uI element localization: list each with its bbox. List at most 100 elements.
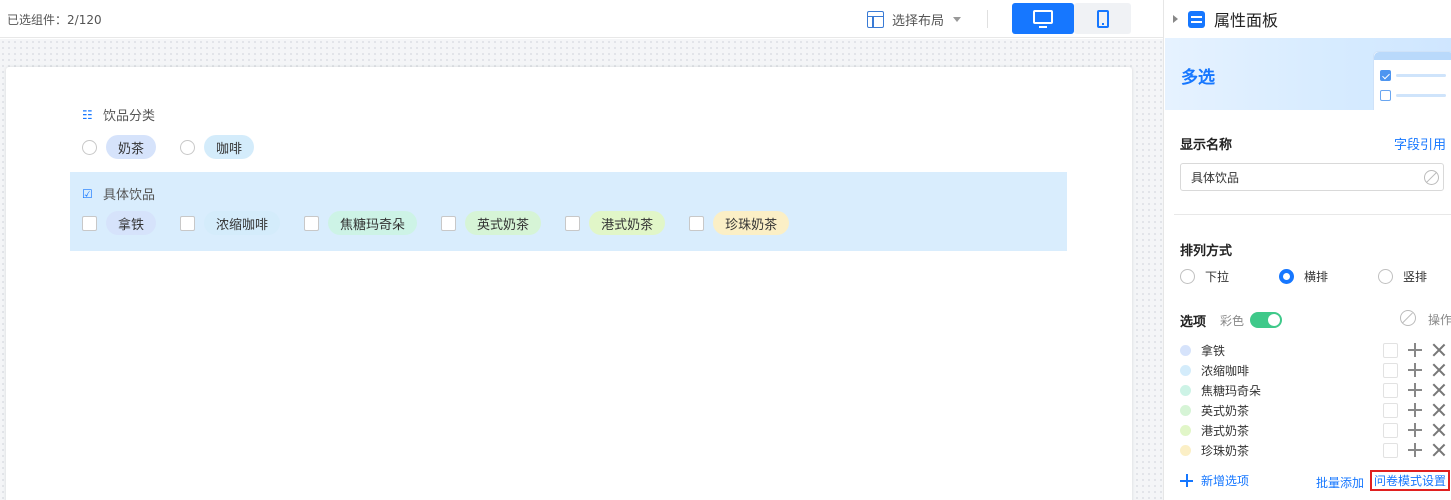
checkbox[interactable] — [304, 215, 320, 231]
checkbox-illustration — [1373, 51, 1451, 110]
divider — [1174, 214, 1451, 215]
checkbox[interactable] — [565, 215, 581, 231]
checked-box-icon — [1380, 70, 1391, 81]
color-dot[interactable] — [1180, 444, 1191, 456]
option-row: 港式奶茶 — [1180, 420, 1451, 440]
selected-count-value: 2/120 — [67, 13, 102, 27]
illustration-line — [1396, 74, 1446, 77]
desktop-view-button[interactable] — [1012, 3, 1074, 34]
radio-button[interactable] — [82, 139, 97, 155]
unchecked-box-icon — [1380, 90, 1391, 101]
option-item[interactable]: 咖啡 — [180, 135, 255, 159]
illustration-row — [1380, 70, 1446, 81]
component-banner: 多选 — [1165, 38, 1451, 110]
move-icon[interactable] — [1408, 343, 1422, 357]
option-name[interactable]: 港式奶茶 — [1201, 422, 1249, 439]
property-panel: 属性面板 多选 显示名称 字段引用 具体饮品 排列方式 下拉 横排 竖排 选项 彩色… — [1163, 0, 1451, 500]
radio-button[interactable] — [1180, 269, 1195, 284]
component-type-title: 多选 — [1181, 68, 1215, 88]
top-toolbar: 已选组件：2/120 选择布局 — [0, 0, 1163, 38]
form-field-specific-drink[interactable]: ☑ 具体饮品 拿铁 浓缩咖啡 焦糖玛奇朵 英式奶茶 港式奶茶 珍珠奶茶 — [70, 172, 1067, 251]
close-icon[interactable] — [1432, 343, 1446, 357]
selected-count-label: 已选组件： — [7, 13, 68, 27]
list-checkbox-icon: ☑ — [82, 186, 93, 201]
move-icon[interactable] — [1408, 403, 1422, 417]
option-item[interactable]: 英式奶茶 — [441, 211, 542, 235]
checkbox[interactable] — [82, 215, 97, 231]
close-icon[interactable] — [1432, 363, 1446, 377]
monitor-icon — [1033, 9, 1053, 28]
radio-button[interactable] — [180, 139, 196, 155]
option-chip: 浓缩咖啡 — [204, 211, 281, 235]
display-name-input[interactable]: 具体饮品 — [1180, 163, 1444, 191]
form-field-drink-category[interactable]: ☷ 饮品分类 奶茶 咖啡 — [70, 95, 1067, 165]
default-checkbox[interactable] — [1383, 383, 1398, 398]
color-dot[interactable] — [1180, 404, 1191, 416]
option-name[interactable]: 拿铁 — [1201, 342, 1225, 359]
option-chip: 英式奶茶 — [465, 211, 542, 235]
mobile-view-button[interactable] — [1074, 3, 1131, 34]
option-name[interactable]: 浓缩咖啡 — [1201, 362, 1249, 379]
color-dot[interactable] — [1180, 384, 1191, 396]
option-chip: 焦糖玛奇朵 — [328, 211, 418, 235]
plus-icon — [1180, 474, 1193, 487]
display-name-label: 显示名称 — [1180, 138, 1233, 153]
color-dot[interactable] — [1180, 344, 1191, 356]
illustration-bar — [1374, 52, 1451, 60]
default-checkbox[interactable] — [1383, 443, 1398, 458]
move-icon[interactable] — [1408, 443, 1422, 457]
checkbox[interactable] — [180, 215, 196, 231]
color-dot[interactable] — [1180, 364, 1191, 376]
selected-components-count: 已选组件：2/120 — [7, 11, 102, 28]
color-dot[interactable] — [1180, 424, 1191, 436]
radio-button[interactable] — [1378, 269, 1394, 284]
color-toggle[interactable] — [1250, 312, 1283, 328]
arrangement-option-label: 竖排 — [1403, 270, 1428, 284]
option-item[interactable]: 焦糖玛奇朵 — [304, 211, 418, 235]
option-name[interactable]: 英式奶茶 — [1201, 402, 1249, 419]
option-item[interactable]: 奶茶 — [82, 135, 157, 159]
arrangement-option-label: 下拉 — [1205, 270, 1230, 284]
close-icon[interactable] — [1432, 403, 1446, 417]
options-list: 拿铁浓缩咖啡焦糖玛奇朵英式奶茶港式奶茶珍珠奶茶 — [1180, 340, 1451, 460]
panel-title: 属性面板 — [1214, 11, 1279, 30]
checkbox[interactable] — [689, 215, 705, 231]
option-item[interactable]: 浓缩咖啡 — [180, 211, 281, 235]
close-icon[interactable] — [1432, 383, 1446, 397]
option-row: 浓缩咖啡 — [1180, 360, 1451, 380]
arrangement-option[interactable]: 竖排 — [1378, 268, 1427, 285]
close-icon[interactable] — [1432, 443, 1446, 457]
move-icon[interactable] — [1408, 423, 1422, 437]
clear-icon[interactable] — [1424, 170, 1439, 185]
move-icon[interactable] — [1408, 383, 1422, 397]
checkbox[interactable] — [441, 215, 457, 231]
option-item[interactable]: 拿铁 — [82, 211, 157, 235]
radio-button[interactable] — [1279, 269, 1295, 284]
move-icon[interactable] — [1408, 363, 1422, 377]
default-checkbox[interactable] — [1383, 403, 1398, 418]
arrangement-option[interactable]: 下拉 — [1180, 268, 1229, 285]
option-chip: 咖啡 — [204, 135, 255, 159]
caret-right-icon[interactable] — [1173, 15, 1178, 23]
survey-mode-settings-link[interactable]: 问卷模式设置 — [1370, 470, 1450, 491]
color-label: 彩色 — [1220, 313, 1245, 328]
options-label: 选项 — [1180, 314, 1207, 330]
default-checkbox[interactable] — [1383, 343, 1398, 358]
option-item[interactable]: 珍珠奶茶 — [689, 211, 790, 235]
field-reference-link[interactable]: 字段引用 — [1394, 134, 1446, 153]
option-name[interactable]: 珍珠奶茶 — [1201, 442, 1249, 459]
close-icon[interactable] — [1432, 423, 1446, 437]
option-name[interactable]: 焦糖玛奇朵 — [1201, 382, 1261, 399]
arrangement-option[interactable]: 横排 — [1279, 268, 1328, 285]
options-footer: 新增选项 批量添加 问卷模式设置 — [1180, 470, 1450, 492]
default-checkbox[interactable] — [1383, 363, 1398, 378]
add-option-button[interactable]: 新增选项 — [1180, 472, 1249, 489]
panel-header[interactable]: 属性面板 — [1164, 0, 1451, 38]
option-row: 拿铁 — [1180, 340, 1451, 360]
layout-select-dropdown[interactable]: 选择布局 — [867, 8, 962, 30]
batch-add-link[interactable]: 批量添加 — [1316, 474, 1364, 491]
field-label: ☑ 具体饮品 — [82, 184, 155, 204]
default-checkbox[interactable] — [1383, 423, 1398, 438]
option-item[interactable]: 港式奶茶 — [565, 211, 666, 235]
field-label: ☷ 饮品分类 — [82, 105, 155, 125]
